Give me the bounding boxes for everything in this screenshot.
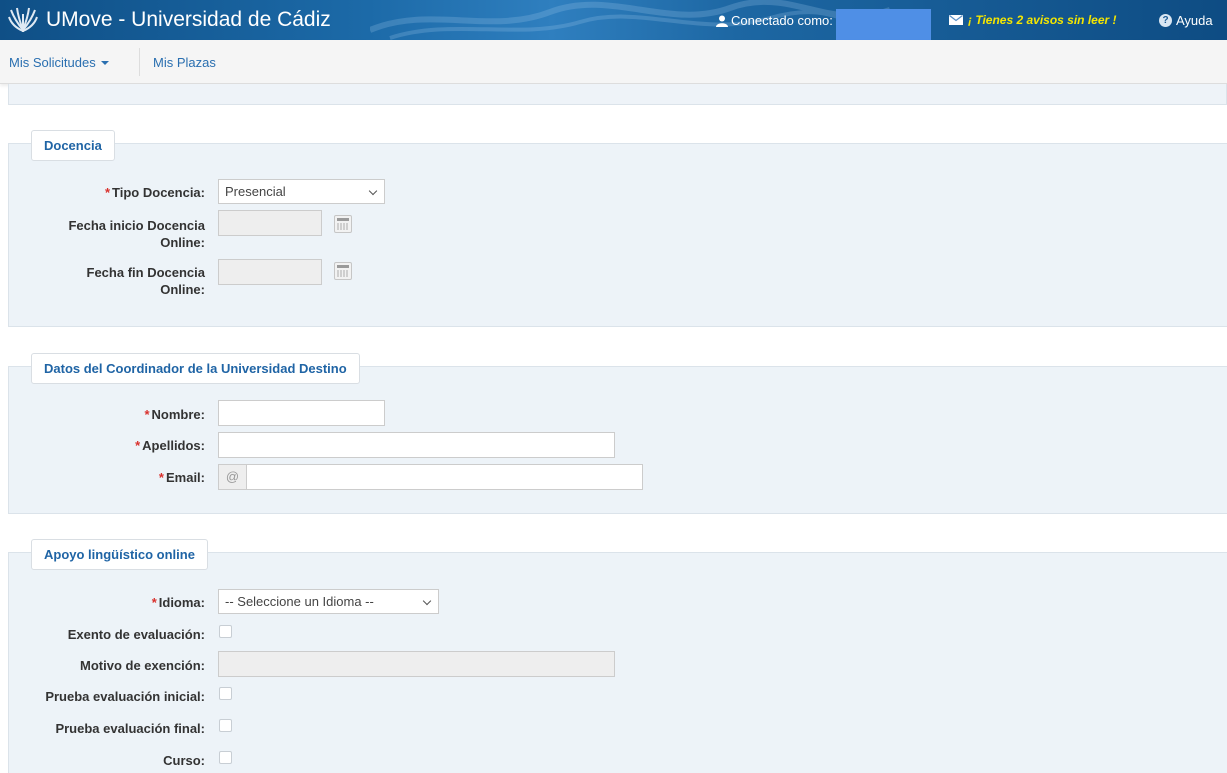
app-title[interactable]: UMove - Universidad de Cádiz xyxy=(46,8,331,32)
nombre-input[interactable] xyxy=(218,400,385,426)
main-nav: Mis Solicitudes Mis Plazas xyxy=(0,40,1227,84)
exento-label: Exento de evaluación: xyxy=(67,627,205,642)
notifications-link[interactable]: ¡ Tienes 2 avisos sin leer ! xyxy=(949,13,1117,27)
calendar-icon[interactable] xyxy=(334,262,352,280)
tipo-docencia-value: Presencial xyxy=(225,184,286,199)
panel-coordinador: Datos del Coordinador de la Universidad … xyxy=(8,353,1227,514)
app-header: UMove - Universidad de Cádiz Conectado c… xyxy=(0,0,1227,40)
motivo-label: Motivo de exención: xyxy=(80,658,205,673)
idioma-value: -- Seleccione un Idioma -- xyxy=(225,594,374,609)
help-link[interactable]: ? Ayuda xyxy=(1159,13,1213,28)
username-box[interactable] xyxy=(836,9,931,40)
user-icon xyxy=(716,15,728,27)
curso-checkbox[interactable] xyxy=(219,751,232,764)
panel-coordinador-title: Datos del Coordinador de la Universidad … xyxy=(31,353,360,384)
university-logo xyxy=(8,7,38,32)
caret-down-icon xyxy=(100,61,109,65)
nav-mis-solicitudes-label: Mis Solicitudes xyxy=(9,55,96,70)
email-at-addon: @ xyxy=(218,464,247,490)
panel-docencia-title: Docencia xyxy=(31,130,115,161)
idioma-label: * Idioma: xyxy=(151,595,205,610)
tipo-docencia-label: * Tipo Docencia: xyxy=(104,185,205,200)
panel-apoyo-title: Apoyo lingüístico online xyxy=(31,539,208,570)
fecha-fin-input[interactable] xyxy=(218,259,322,285)
calendar-icon[interactable] xyxy=(334,215,352,233)
prueba-final-checkbox[interactable] xyxy=(219,719,232,732)
nombre-label: * Nombre: xyxy=(144,407,205,422)
email-input[interactable] xyxy=(246,464,643,490)
apellidos-label: * Apellidos: xyxy=(135,438,205,453)
nav-divider xyxy=(139,48,140,76)
connected-as: Conectado como: xyxy=(716,13,833,28)
fecha-inicio-input[interactable] xyxy=(218,210,322,236)
nav-mis-plazas[interactable]: Mis Plazas xyxy=(153,55,216,70)
email-label: * Email: xyxy=(158,470,205,485)
chevron-down-icon xyxy=(422,596,432,606)
exento-checkbox[interactable] xyxy=(219,625,232,638)
prueba-inicial-checkbox[interactable] xyxy=(219,687,232,700)
fecha-inicio-label: Fecha inicio Docencia Online: xyxy=(68,218,205,250)
nav-mis-solicitudes[interactable]: Mis Solicitudes xyxy=(9,55,109,70)
connected-label: Conectado como: xyxy=(731,13,833,28)
curso-label: Curso: xyxy=(163,753,205,768)
panel-docencia: Docencia * Tipo Docencia: Presencial Fech… xyxy=(8,130,1227,327)
help-icon: ? xyxy=(1159,14,1172,27)
panel-apoyo-linguistico: Apoyo lingüístico online * Idioma: -- Sel… xyxy=(8,539,1227,773)
motivo-input[interactable] xyxy=(218,651,615,677)
prueba-final-label: Prueba evaluación final: xyxy=(55,721,205,736)
previous-panel-edge xyxy=(8,84,1227,105)
apellidos-input[interactable] xyxy=(218,432,615,458)
envelope-icon xyxy=(949,15,963,25)
tipo-docencia-select[interactable]: Presencial xyxy=(218,179,385,204)
prueba-inicial-label: Prueba evaluación inicial: xyxy=(45,689,205,704)
chevron-down-icon xyxy=(368,186,378,196)
fecha-fin-label: Fecha fin Docencia Online: xyxy=(86,265,205,297)
idioma-select[interactable]: -- Seleccione un Idioma -- xyxy=(218,589,439,614)
help-label: Ayuda xyxy=(1176,13,1213,28)
notifications-text: ¡ Tienes 2 avisos sin leer ! xyxy=(968,13,1117,27)
